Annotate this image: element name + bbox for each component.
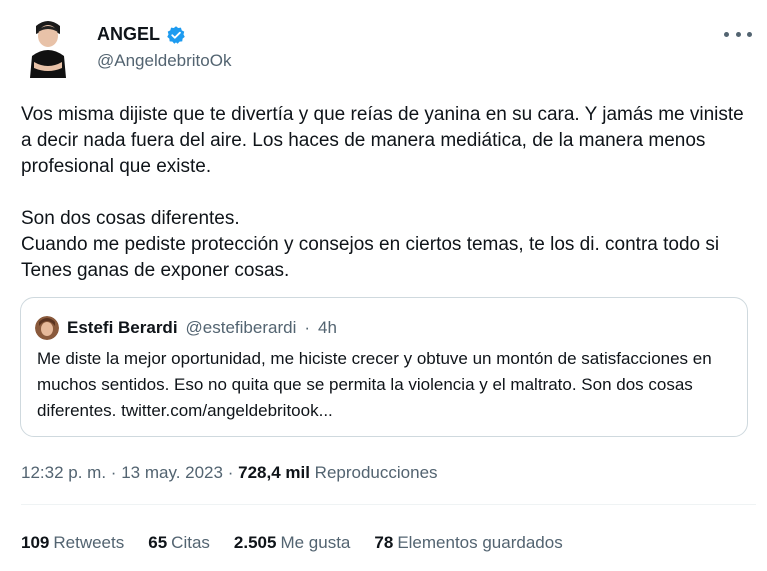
meta-separator: · [110, 463, 117, 482]
author-block: ANGEL @AngeldebritoOk [97, 24, 231, 71]
tweet-paragraph-2-line-2: Cuando me pediste protección y consejos … [21, 234, 720, 281]
retweets-stat[interactable]: 109 Retweets [21, 533, 124, 553]
retweets-count: 109 [21, 533, 50, 552]
quoted-separator: · [304, 318, 311, 337]
views-count: 728,4 mil [238, 463, 310, 482]
tweet-paragraph-2-line-1: Son dos cosas diferentes. [21, 208, 240, 229]
quoted-tweet-text: Me diste la mejor oportunidad, me hicist… [37, 349, 712, 420]
likes-count: 2.505 [233, 533, 277, 552]
quoted-author-handle: @estefiberardi [185, 318, 297, 337]
quoted-time: 4h [318, 318, 337, 337]
more-dot [735, 31, 741, 37]
quotes-label: Citas [171, 533, 210, 552]
bookmarks-label: Elementos guardados [397, 533, 563, 552]
tweet-text: Vos misma dijiste que te divertía y que … [21, 102, 756, 284]
tweet-paragraph-1: Vos misma dijiste que te divertía y que … [21, 104, 744, 177]
bookmarks-stat[interactable]: 78 Elementos guardados [374, 533, 562, 553]
quoted-author-avatar [35, 316, 59, 340]
views-label: Reproducciones [314, 463, 438, 482]
author-avatar[interactable] [24, 18, 72, 78]
more-dot [747, 31, 752, 37]
author-name[interactable]: ANGEL [97, 24, 160, 45]
likes-label: Me gusta [280, 533, 351, 552]
retweets-label: Retweets [53, 533, 125, 552]
verified-badge-icon [167, 25, 185, 44]
quotes-stat[interactable]: 65 Citas [148, 533, 210, 553]
author-handle[interactable]: @AngeldebritoOk [97, 51, 231, 71]
quoted-tweet[interactable]: Estefi Berardi @estefiberardi · 4h Me di… [20, 297, 748, 437]
quoted-author-name: Estefi Berardi [67, 318, 178, 337]
likes-stat[interactable]: 2.505 Me gusta [234, 533, 350, 553]
more-dot [724, 31, 729, 37]
tweet-date[interactable]: 13 may. 2023 [121, 463, 223, 482]
tweet-time[interactable]: 12:32 p. m. [21, 463, 106, 482]
tweet-meta: 12:32 p. m. · 13 may. 2023 · 728,4 mil R… [21, 463, 438, 483]
bookmarks-count: 78 [374, 533, 394, 552]
quoted-tweet-header: Estefi Berardi @estefiberardi · 4h [35, 316, 337, 340]
quotes-count: 65 [148, 533, 168, 552]
meta-separator: · [227, 463, 234, 482]
tweet: ANGEL @AngeldebritoOk Vos misma dijiste … [0, 0, 767, 571]
tweet-stats: 109 Retweets 65 Citas 2.505 Me gusta 78 Elem… [21, 533, 563, 553]
divider [21, 504, 756, 505]
more-dots-icon[interactable] [724, 24, 752, 44]
